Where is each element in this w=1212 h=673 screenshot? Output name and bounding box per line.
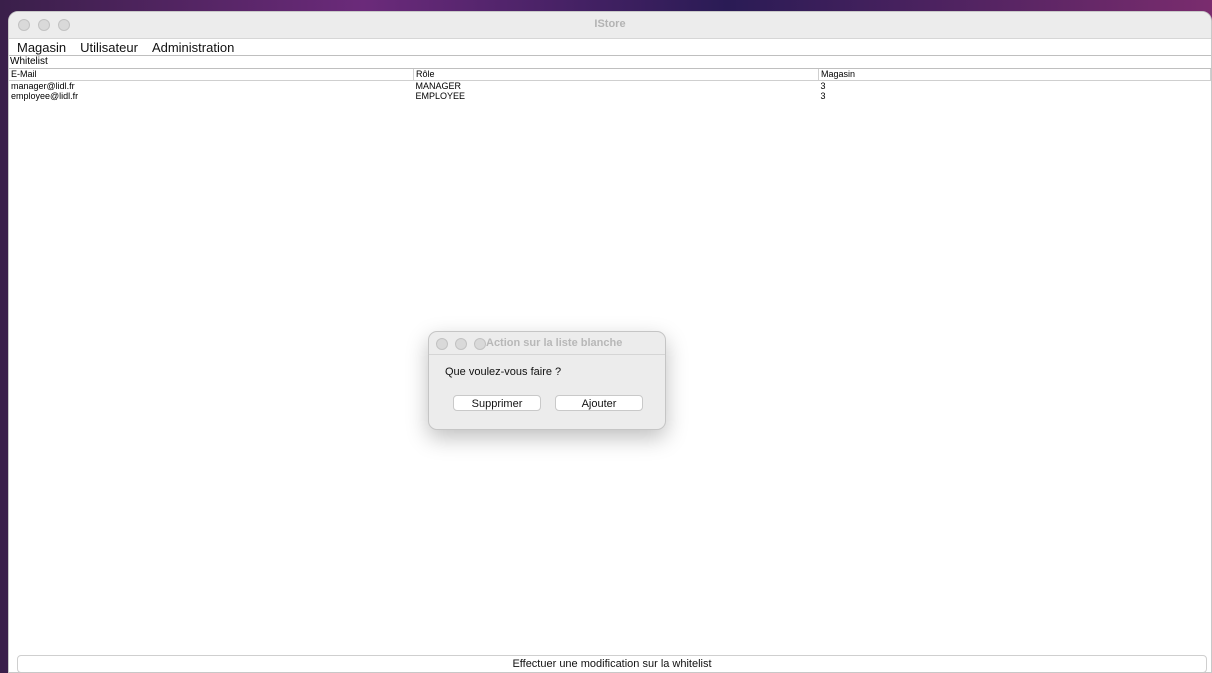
cell-role: EMPLOYEE xyxy=(415,91,466,101)
cell-magasin: 3 xyxy=(820,91,826,101)
menu-administration[interactable]: Administration xyxy=(152,40,234,55)
dialog-titlebar: Action sur la liste blanche xyxy=(429,332,665,355)
modify-whitelist-button[interactable]: Effectuer une modification sur la whitel… xyxy=(17,655,1207,672)
dialog-zoom-icon[interactable] xyxy=(474,338,486,350)
whitelist-table: E-Mail Rôle Magasin manager@lidl.fr MANA… xyxy=(9,69,1211,101)
window-titlebar: IStore xyxy=(9,12,1211,39)
cell-role: MANAGER xyxy=(415,81,462,91)
cell-email: manager@lidl.fr xyxy=(11,81,75,91)
dialog-message: Que voulez-vous faire ? xyxy=(445,366,562,378)
cell-magasin: 3 xyxy=(820,81,826,91)
menu-magasin[interactable]: Magasin xyxy=(17,40,66,55)
table-header-row: E-Mail Rôle Magasin xyxy=(9,69,1211,81)
menu-bar: Magasin Utilisateur Administration xyxy=(9,39,1211,56)
dialog-minimize-icon[interactable] xyxy=(455,338,467,350)
column-header-magasin[interactable]: Magasin xyxy=(818,69,1211,81)
dialog-title: Action sur la liste blanche xyxy=(486,337,623,349)
cell-email: employee@lidl.fr xyxy=(11,91,79,101)
column-header-email[interactable]: E-Mail xyxy=(9,69,414,81)
dialog-window-controls xyxy=(436,338,486,350)
table-row[interactable]: manager@lidl.fr MANAGER 3 xyxy=(9,81,1211,92)
table-row[interactable]: employee@lidl.fr EMPLOYEE 3 xyxy=(9,91,1211,101)
window-title: IStore xyxy=(594,18,626,30)
column-header-role[interactable]: Rôle xyxy=(413,69,819,81)
menu-utilisateur[interactable]: Utilisateur xyxy=(80,40,138,55)
delete-button[interactable]: Supprimer xyxy=(453,395,541,411)
dialog-close-icon[interactable] xyxy=(436,338,448,350)
panel-title: Whitelist xyxy=(9,56,1211,69)
add-button[interactable]: Ajouter xyxy=(555,395,643,411)
action-dialog: Action sur la liste blanche Que voulez-v… xyxy=(428,331,666,430)
